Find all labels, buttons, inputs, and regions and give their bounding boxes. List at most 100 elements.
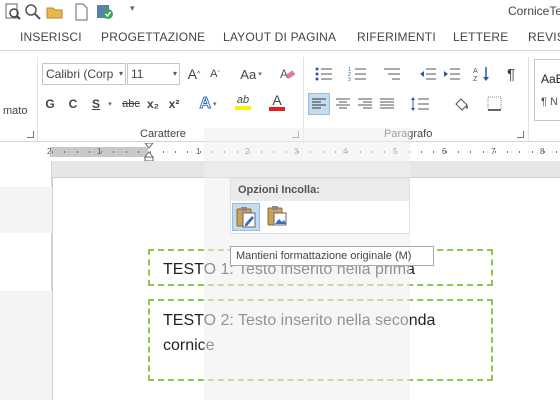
numbered-list-icon: 123 <box>348 67 366 82</box>
multilevel-list-icon <box>384 68 400 80</box>
highlight-color-button[interactable]: ab <box>228 91 258 113</box>
underline-dropdown[interactable]: ▾ <box>104 93 114 115</box>
ruler-tick <box>458 151 459 153</box>
italic-button[interactable]: C <box>66 93 80 115</box>
ruler-tick <box>163 151 164 153</box>
tab-revisione[interactable]: REVISI <box>528 30 560 44</box>
horizontal-ruler[interactable]: 2 1 1 2 3 4 5 6 7 8 <box>0 142 560 162</box>
align-center-button[interactable] <box>332 93 354 115</box>
increase-indent-button[interactable] <box>442 63 462 85</box>
clear-formatting-button[interactable]: A <box>278 63 298 85</box>
font-group-label: Carattere <box>140 128 186 140</box>
justify-icon <box>380 98 394 109</box>
left-panel-band <box>0 187 52 233</box>
keep-source-formatting-button[interactable] <box>232 203 260 231</box>
open-folder-icon[interactable] <box>46 3 64 21</box>
subscript-button[interactable]: x₂ <box>145 93 161 115</box>
frame-2-text-line-1[interactable]: TESTO 2: Testo inserito nella seconda <box>163 308 435 333</box>
clipboard-launcher-icon[interactable] <box>27 131 34 138</box>
search-icon[interactable] <box>24 3 42 21</box>
show-marks-button[interactable]: ¶ <box>502 63 520 85</box>
font-color-button[interactable]: A <box>262 91 292 113</box>
ruler-number: 2 <box>47 147 52 156</box>
highlighter-icon: ab <box>236 94 250 106</box>
group-separator <box>37 57 38 141</box>
ribbon: mato Calibri (Corp ▾ 11 ▾ A ^ Aˇ Aa ▾ A G C … <box>0 50 560 142</box>
clipboard-label-fragment: mato <box>3 105 28 117</box>
chevron-down-icon: ▾ <box>172 69 177 78</box>
shrink-font-button[interactable]: Aˇ <box>206 63 224 85</box>
line-spacing-icon <box>411 97 429 111</box>
sort-az-icon: AZ <box>473 67 489 83</box>
ruler-tick <box>224 151 225 153</box>
bullet-list-icon <box>315 67 332 81</box>
bold-button[interactable]: G <box>43 93 57 115</box>
indent-marker-icon[interactable] <box>143 142 155 162</box>
new-document-icon[interactable] <box>72 3 90 21</box>
borders-icon <box>487 96 502 111</box>
quick-access-toolbar: ▾ CorniceTe <box>0 0 560 24</box>
paragraph-launcher-icon[interactable] <box>517 131 524 138</box>
justify-button[interactable] <box>376 93 398 115</box>
align-left-icon <box>312 98 326 109</box>
change-case-button[interactable]: Aa ▾ <box>236 63 266 85</box>
ruler-tick <box>89 151 90 153</box>
align-left-button[interactable] <box>308 93 330 115</box>
style-preview: AaB <box>541 72 560 86</box>
shading-button[interactable] <box>448 93 476 115</box>
save-check-icon[interactable] <box>96 3 114 21</box>
numbering-button[interactable]: 123 <box>344 63 372 85</box>
ruler-tick <box>77 151 78 153</box>
align-right-button[interactable] <box>354 93 376 115</box>
grow-font-button[interactable]: A ^ <box>185 63 203 85</box>
customize-qat-icon[interactable]: ▾ <box>130 3 148 21</box>
font-color-bar <box>269 107 285 111</box>
multilevel-list-button[interactable] <box>378 63 406 85</box>
ruler-tick <box>360 151 361 153</box>
strikethrough-button[interactable]: abc <box>120 93 142 115</box>
line-spacing-button[interactable] <box>406 93 434 115</box>
font-size-combo[interactable]: 11 ▾ <box>127 63 180 85</box>
paste-picture-button[interactable] <box>264 203 292 231</box>
font-color-icon: A <box>272 92 282 108</box>
decrease-indent-button[interactable] <box>418 63 438 85</box>
chevron-down-icon: ▾ <box>258 71 262 78</box>
ruler-tick <box>519 151 520 153</box>
frame-2-text-line-2[interactable]: cornice <box>163 333 215 358</box>
ruler-tick <box>126 151 127 153</box>
tab-layout-di-pagina[interactable]: LAYOUT DI PAGINA <box>223 30 336 44</box>
ruler-tick <box>150 151 151 153</box>
group-separator <box>528 57 529 141</box>
change-case-icon: Aa <box>240 66 257 82</box>
tab-lettere[interactable]: LETTERE <box>453 30 508 44</box>
window-title: CorniceTe <box>508 4 560 18</box>
ruler-tick <box>433 151 434 153</box>
underline-button[interactable]: S <box>89 93 103 115</box>
ruler-tick <box>310 151 311 153</box>
ruler-tick <box>384 151 385 153</box>
font-name-combo[interactable]: Calibri (Corp ▾ <box>42 63 126 85</box>
ruler-tick <box>187 151 188 153</box>
ruler-tick <box>372 151 373 153</box>
decrease-indent-icon <box>420 68 436 80</box>
sort-button[interactable]: AZ <box>472 63 492 85</box>
bullets-button[interactable] <box>310 63 338 85</box>
ruler-tick <box>261 151 262 153</box>
left-panel <box>0 161 52 400</box>
styles-gallery[interactable]: AaB ¶ N <box>534 59 560 121</box>
ruler-tick <box>64 151 65 153</box>
svg-text:A: A <box>473 68 478 75</box>
tab-riferimenti[interactable]: RIFERIMENTI <box>357 30 436 44</box>
font-launcher-icon[interactable] <box>292 131 299 138</box>
left-panel-band <box>0 291 52 400</box>
ruler-tick <box>544 151 545 153</box>
tab-progettazione[interactable]: PROGETTAZIONE <box>101 30 205 44</box>
print-preview-icon[interactable] <box>4 3 22 21</box>
ruler-tick <box>175 151 176 153</box>
svg-text:3: 3 <box>348 77 351 82</box>
ruler-tick <box>249 151 250 153</box>
tab-inserisci[interactable]: INSERISCI <box>20 30 82 44</box>
superscript-button[interactable]: x² <box>166 93 182 115</box>
text-effects-button[interactable]: A ▾ <box>196 93 220 115</box>
borders-button[interactable] <box>482 93 508 115</box>
